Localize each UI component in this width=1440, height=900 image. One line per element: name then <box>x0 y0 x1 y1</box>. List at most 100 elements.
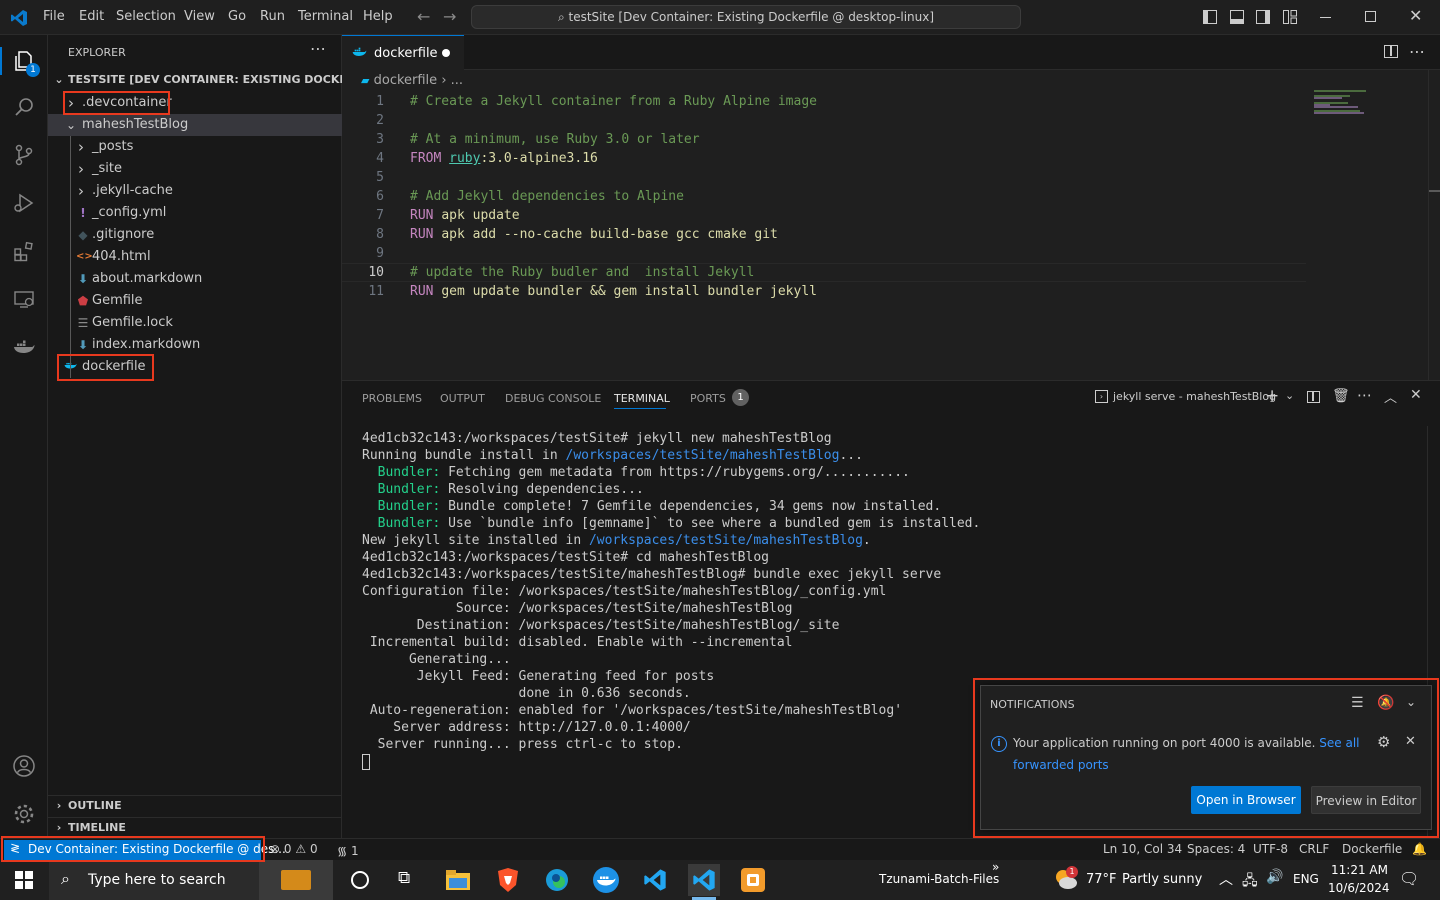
toolbar-expand-icon[interactable]: » <box>992 860 999 874</box>
unsaved-dot-icon[interactable] <box>442 49 450 57</box>
command-center[interactable]: ⌕ testSite [Dev Container: Existing Dock… <box>471 5 1021 29</box>
encoding[interactable]: UTF-8 <box>1253 842 1288 856</box>
vscode-taskbar-icon[interactable] <box>639 864 671 896</box>
volume-icon[interactable]: 🔊 <box>1266 869 1283 885</box>
code-line[interactable]: 1 # Create a Jekyll container from a Ruby… <box>342 92 1302 111</box>
forward-arrow-icon[interactable]: → <box>443 7 456 26</box>
remote-explorer-icon[interactable] <box>0 275 48 323</box>
minimap[interactable] <box>1314 90 1368 116</box>
tree-item-404-html[interactable]: <> 404.html <box>48 246 342 268</box>
weather-icon[interactable]: 1 <box>1054 866 1078 890</box>
forwarded-ports-indicator[interactable]: ᯾ 1 <box>337 842 359 859</box>
code-line[interactable]: 2 <box>342 111 1302 130</box>
outline-section[interactable]: › OUTLINE <box>48 795 342 817</box>
tree-item-gemfile-lock[interactable]: ☰ Gemfile.lock <box>48 312 342 334</box>
menu-terminal[interactable]: Terminal <box>298 9 353 24</box>
trash-icon[interactable]: 🗑 <box>1332 388 1350 404</box>
weather-temperature[interactable]: 77°F <box>1086 872 1117 887</box>
menu-selection[interactable]: Selection <box>116 9 176 24</box>
weather-condition[interactable]: Partly sunny <box>1122 872 1202 887</box>
show-hidden-icons-icon[interactable]: ︿ <box>1219 869 1233 889</box>
docker-desktop-icon[interactable] <box>590 864 622 896</box>
tab-terminal[interactable]: TERMINAL <box>614 392 670 405</box>
toggle-sidebar-icon[interactable] <box>1203 10 1217 24</box>
code-line[interactable]: 4 FROM ruby:3.0-alpine3.16 <box>342 149 1302 168</box>
editor-more-icon[interactable]: ⋯ <box>1409 42 1425 61</box>
menu-file[interactable]: File <box>43 9 65 24</box>
toggle-panel-icon[interactable] <box>1230 10 1244 24</box>
breadcrumb-file[interactable]: dockerfile <box>374 73 438 88</box>
menu-help[interactable]: Help <box>363 9 393 24</box>
breadcrumb-symbol[interactable]: ... <box>451 73 463 88</box>
orange-app-icon[interactable] <box>737 864 769 896</box>
tab-dockerfile[interactable]: dockerfile <box>342 35 464 70</box>
minimize-icon[interactable] <box>1320 17 1331 18</box>
run-debug-icon[interactable] <box>0 179 48 227</box>
clock-date[interactable]: 10/6/2024 <box>1328 881 1390 895</box>
terminal-name[interactable]: jekyll serve - maheshTestBlog <box>1113 390 1276 403</box>
restore-icon[interactable] <box>1365 11 1376 22</box>
code-line[interactable]: 11 RUN gem update bundler && gem install … <box>342 282 1302 301</box>
code-line[interactable]: 8 RUN apk add --no-cache build-base gcc c… <box>342 225 1302 244</box>
tab-problems[interactable]: PROBLEMS <box>362 392 422 405</box>
code-line[interactable]: 3 # At a minimum, use Ruby 3.0 or later <box>342 130 1302 149</box>
taskbar-toolbar-label[interactable]: Tzunami-Batch-Files <box>879 872 999 886</box>
tab-output[interactable]: OUTPUT <box>440 392 485 405</box>
customize-layout-icon[interactable] <box>1283 10 1297 24</box>
panel-more-icon[interactable]: ⋯ <box>1357 386 1372 404</box>
new-terminal-icon[interactable]: + <box>1265 386 1279 406</box>
workspace-root[interactable]: ⌄ TESTSITE [DEV CONTAINER: EXISTING DOCK… <box>48 69 386 91</box>
terminal-path-link[interactable]: /workspaces/testSite/maheshTestBlog <box>566 448 840 463</box>
cortana-icon[interactable] <box>351 871 369 889</box>
input-language[interactable]: ENG <box>1293 872 1319 886</box>
maximize-panel-icon[interactable]: ︿ <box>1384 387 1397 406</box>
cursor-position[interactable]: Ln 10, Col 34 <box>1103 842 1182 856</box>
code-line[interactable]: 7 RUN apk update <box>342 206 1302 225</box>
menu-edit[interactable]: Edit <box>79 9 104 24</box>
tree-item-gitignore[interactable]: ◆ .gitignore <box>48 224 342 246</box>
menu-go[interactable]: Go <box>228 9 246 24</box>
menu-run[interactable]: Run <box>260 9 285 24</box>
more-actions-icon[interactable]: ⋯ <box>310 39 327 58</box>
tree-item-index-markdown[interactable]: ⬇ index.markdown <box>48 334 342 356</box>
code-line[interactable]: 9 <box>342 244 1302 263</box>
explorer-icon[interactable]: 1 <box>0 37 48 85</box>
split-editor-icon[interactable] <box>1384 45 1398 58</box>
split-terminal-icon[interactable] <box>1307 391 1320 403</box>
search-highlight[interactable] <box>259 860 333 900</box>
menu-view[interactable]: View <box>184 9 215 24</box>
tab-debug-console[interactable]: DEBUG CONSOLE <box>505 392 601 405</box>
back-arrow-icon[interactable]: ← <box>417 7 430 26</box>
extensions-icon[interactable] <box>0 227 48 275</box>
clock-time[interactable]: 11:21 AM <box>1331 863 1388 877</box>
close-panel-icon[interactable]: ✕ <box>1410 387 1422 403</box>
tree-item-site[interactable]: › _site <box>48 158 342 180</box>
source-control-icon[interactable] <box>0 131 48 179</box>
file-explorer-icon[interactable] <box>442 864 474 896</box>
notifications-bell-icon[interactable]: 🔔 <box>1412 842 1427 856</box>
close-window-icon[interactable]: ✕ <box>1409 6 1422 25</box>
accounts-icon[interactable] <box>0 742 48 790</box>
problems-indicator[interactable]: ⊗ 0 ⚠ 0 <box>270 842 318 856</box>
line-ending[interactable]: CRLF <box>1299 842 1329 856</box>
code-line[interactable]: 10 # update the Ruby budler and install J… <box>342 263 1302 282</box>
code-line[interactable]: 6 # Add Jekyll dependencies to Alpine <box>342 187 1302 206</box>
taskbar-search-box[interactable]: ⌕ Type here to search <box>49 860 259 900</box>
tab-ports[interactable]: PORTS <box>690 392 726 405</box>
tree-item-gemfile[interactable]: ⬟ Gemfile <box>48 290 342 312</box>
chevron-down-icon[interactable]: ⌄ <box>1285 389 1294 402</box>
code-line[interactable]: 5 <box>342 168 1302 187</box>
windows-start-icon[interactable] <box>15 871 33 889</box>
task-view-icon[interactable]: ⧉ <box>398 868 410 888</box>
network-icon[interactable]: 🖧 <box>1242 870 1258 894</box>
edge-browser-icon[interactable] <box>541 864 573 896</box>
indentation[interactable]: Spaces: 4 <box>1187 842 1245 856</box>
breadcrumb[interactable]: ▰ dockerfile › ... <box>361 73 463 88</box>
vscode-active-taskbar-icon[interactable] <box>688 864 720 896</box>
tree-item-jekyll-cache[interactable]: › .jekyll-cache <box>48 180 342 202</box>
brave-browser-icon[interactable] <box>492 864 524 896</box>
docker-icon[interactable] <box>0 323 48 371</box>
search-icon[interactable] <box>0 83 48 131</box>
tree-item-maheshtestblog[interactable]: ⌄ maheshTestBlog <box>48 114 342 136</box>
tree-item-posts[interactable]: › _posts <box>48 136 342 158</box>
